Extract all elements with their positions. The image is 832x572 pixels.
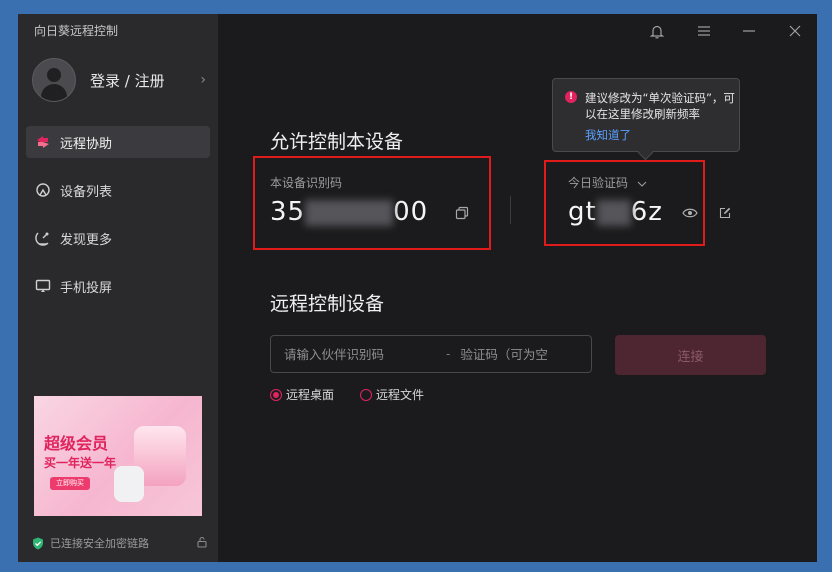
app-title: 向日葵远程控制 <box>34 24 119 38</box>
app-window: 向日葵远程控制 登录 / 注册 › 远程协助 设备列表 发现更多 手机投屏 超级… <box>18 14 817 562</box>
sidebar-item-discover[interactable]: 发现更多 <box>26 222 210 254</box>
highlight-box-verification-code <box>544 160 705 246</box>
sidebar-nav: 远程协助 设备列表 发现更多 手机投屏 <box>26 126 210 318</box>
highlight-box-device-id <box>253 156 491 250</box>
promo-banner[interactable]: 超级会员 买一年送一年 立即购买 <box>34 396 202 516</box>
allow-control-title: 允许控制本设备 <box>270 131 404 153</box>
bell-icon[interactable] <box>648 22 666 40</box>
status-text: 已连接安全加密链路 <box>50 537 149 550</box>
banner-subtitle: 买一年送一年 <box>44 456 117 470</box>
sidebar-item-label: 发现更多 <box>60 232 113 248</box>
divider <box>510 196 511 224</box>
menu-icon[interactable] <box>695 22 713 40</box>
connect-button[interactable]: 连接 <box>615 335 766 375</box>
lock-icon[interactable] <box>196 536 208 551</box>
tooltip-popup: ! 建议修改为“单次验证码”，可以在这里修改刷新频率 我知道了 <box>552 78 740 152</box>
input-separator: - <box>446 347 451 361</box>
login-register-label[interactable]: 登录 / 注册 <box>90 70 165 91</box>
remote-assist-icon <box>34 133 52 151</box>
remote-control-title: 远程控制设备 <box>270 293 385 315</box>
login-profile[interactable]: 登录 / 注册 › <box>32 56 212 104</box>
close-icon[interactable] <box>786 22 804 40</box>
warning-icon: ! <box>565 91 577 103</box>
connect-input-group: - <box>270 335 592 373</box>
radio-remote-desktop[interactable] <box>270 388 282 401</box>
main-panel: 允许控制本设备 本设备识别码 35 00 今日验证码 gt 6z ! 建议修改为… <box>218 14 817 562</box>
radio-remote-file[interactable] <box>360 388 373 401</box>
minimize-icon[interactable] <box>740 22 758 40</box>
sidebar-item-label: 手机投屏 <box>60 280 113 296</box>
radio-label[interactable]: 远程文件 <box>376 386 424 403</box>
connection-status: 已连接安全加密链路 <box>32 534 212 552</box>
radio-label[interactable]: 远程桌面 <box>286 386 334 403</box>
tooltip-dismiss-link[interactable]: 我知道了 <box>585 127 631 143</box>
avatar-icon[interactable] <box>32 58 76 102</box>
sidebar-item-label: 远程协助 <box>60 136 113 152</box>
banner-title: 超级会员 <box>44 434 109 453</box>
device-list-icon <box>34 181 52 199</box>
edit-icon[interactable] <box>719 207 731 219</box>
sidebar-item-screen-mirror[interactable]: 手机投屏 <box>26 270 210 302</box>
verification-code-input[interactable] <box>458 345 573 363</box>
robot-illustration-small <box>114 466 144 502</box>
connection-mode-options: 远程桌面 远程文件 <box>270 386 450 403</box>
tooltip-text: 建议修改为“单次验证码”，可以在这里修改刷新频率 <box>585 91 735 121</box>
sidebar-item-remote-assist[interactable]: 远程协助 <box>26 126 210 158</box>
sidebar: 向日葵远程控制 登录 / 注册 › 远程协助 设备列表 发现更多 手机投屏 超级… <box>18 14 218 562</box>
banner-buy-button[interactable]: 立即购买 <box>50 477 90 490</box>
discover-icon <box>34 229 52 247</box>
chevron-right-icon: › <box>200 72 206 88</box>
sidebar-item-label: 设备列表 <box>60 184 113 200</box>
shield-check-icon <box>32 537 44 550</box>
screen-mirror-icon <box>34 277 52 295</box>
partner-id-input[interactable] <box>282 345 438 363</box>
sidebar-item-device-list[interactable]: 设备列表 <box>26 174 210 206</box>
